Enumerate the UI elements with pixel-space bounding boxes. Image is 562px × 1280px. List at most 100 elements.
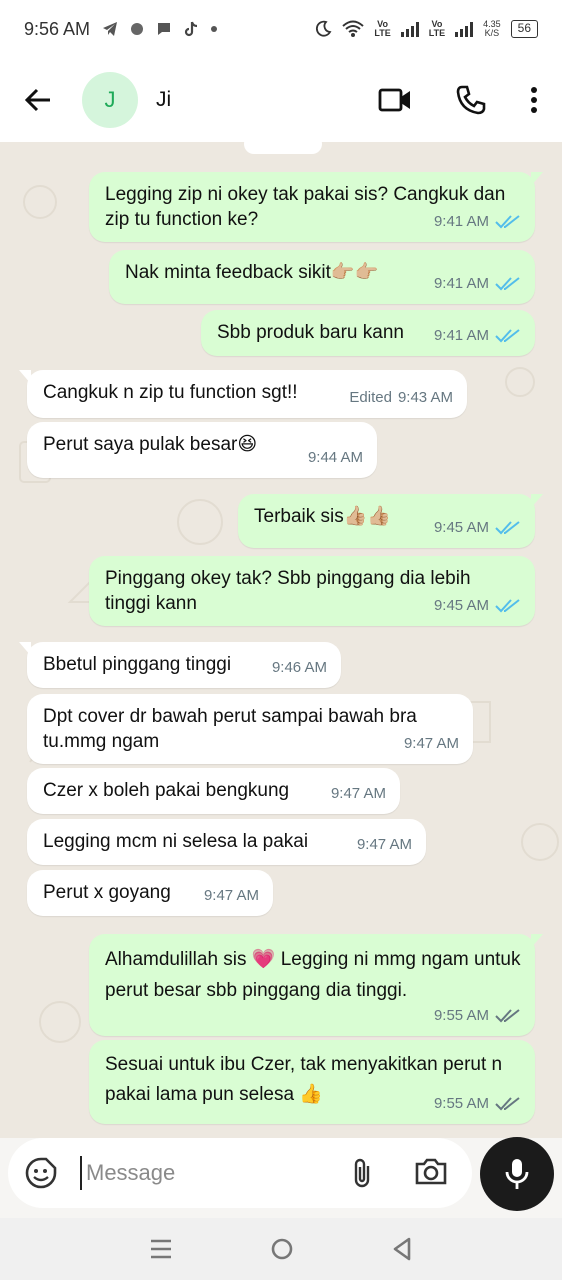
message-incoming[interactable]: Perut saya pulak besar😆 9:44 AM: [27, 422, 377, 478]
message-time: 9:47 AM: [203, 887, 259, 904]
read-double-tick-icon: [495, 520, 520, 534]
message-time: 9:41 AM: [433, 275, 489, 292]
message-text: Perut x goyang: [43, 882, 171, 903]
chat-area[interactable]: Legging zip ni okey tak pakai sis? Cangk…: [0, 142, 562, 1138]
composer-actions: [350, 1156, 448, 1190]
dnd-moon-icon: [316, 20, 332, 37]
app-notification-icon: [131, 23, 144, 35]
message-text: Terbaik sis👍🏼👍🏼: [254, 506, 392, 527]
message-text: Alhamdulillah sis 💗 Legging ni mmg ngam …: [105, 949, 521, 1001]
camera-icon[interactable]: [414, 1156, 448, 1186]
tiktok-icon: [184, 21, 198, 37]
message-meta: 9:47 AM: [357, 832, 412, 857]
video-call-icon[interactable]: [378, 87, 412, 113]
message-meta: 9:45 AM: [434, 515, 521, 540]
signal-strength-2-icon: [455, 21, 474, 37]
back-nav-icon[interactable]: [391, 1237, 413, 1261]
message-incoming[interactable]: Perut x goyang 9:47 AM: [27, 870, 273, 916]
message-text: Czer x boleh pakai bengkung: [43, 780, 290, 801]
message-input[interactable]: Message: [80, 1156, 350, 1190]
message-outgoing[interactable]: Alhamdulillah sis 💗 Legging ni mmg ngam …: [89, 934, 543, 1036]
attach-icon[interactable]: [350, 1156, 374, 1190]
message-outgoing[interactable]: Terbaik sis👍🏼👍🏼 9:45 AM: [238, 494, 543, 548]
message-text: Nak minta feedback sikit👉🏼👉🏼: [125, 262, 379, 283]
read-double-tick-icon: [495, 276, 520, 290]
message-time: 9:44 AM: [307, 449, 363, 466]
message-incoming[interactable]: Bbetul pinggang tinggi 9:46 AM: [19, 642, 341, 688]
message-meta: 9:55 AM: [434, 1091, 521, 1116]
chat-header: J Ji: [0, 58, 562, 142]
back-arrow-icon[interactable]: [24, 86, 52, 114]
message-time: 9:45 AM: [433, 519, 489, 536]
message-outgoing[interactable]: Sbb produk baru kann 9:41 AM: [201, 310, 535, 356]
more-vert-icon[interactable]: [530, 86, 538, 114]
signal-strength-1-icon: [400, 21, 419, 37]
message-meta: 9:46 AM: [272, 655, 327, 680]
message-time: 9:55 AM: [433, 1007, 489, 1024]
message-outgoing[interactable]: Sesuai untuk ibu Czer, tak menyakitkan p…: [89, 1040, 535, 1124]
wifi-icon: [342, 20, 365, 37]
read-double-tick-icon: [495, 214, 520, 228]
message-meta: 9:47 AM: [204, 883, 259, 908]
message-text: Dpt cover dr bawah perut sampai bawah br…: [43, 706, 417, 752]
contact-name[interactable]: Ji: [156, 88, 171, 112]
system-nav-bar: [0, 1218, 562, 1280]
network-type-1: Vo LTE: [374, 19, 391, 38]
message-meta: 9:55 AM: [434, 1003, 521, 1028]
voice-call-icon[interactable]: [456, 85, 486, 115]
message-meta: 9:41 AM: [434, 209, 521, 234]
avatar[interactable]: J: [82, 72, 138, 128]
status-time: 9:56 AM: [24, 18, 91, 39]
message-time: 9:41 AM: [433, 327, 489, 344]
delivered-double-tick-icon: [495, 1008, 520, 1022]
message-time: 9:41 AM: [433, 213, 489, 230]
message-time: 9:45 AM: [433, 597, 489, 614]
message-text: Bbetul pinggang tinggi: [43, 654, 232, 675]
message-incoming[interactable]: Dpt cover dr bawah perut sampai bawah br…: [27, 694, 473, 764]
message-time: 9:55 AM: [433, 1095, 489, 1112]
read-double-tick-icon: [495, 598, 520, 612]
message-time: 9:47 AM: [403, 735, 459, 752]
message-meta: 9:41 AM: [434, 271, 521, 296]
message-incoming[interactable]: Czer x boleh pakai bengkung 9:47 AM: [27, 768, 400, 814]
message-time: 9:47 AM: [330, 785, 386, 802]
message-time: 9:47 AM: [356, 836, 412, 853]
message-meta: 9:45 AM: [434, 593, 521, 618]
message-meta: 9:47 AM: [331, 781, 386, 806]
message-incoming[interactable]: Cangkuk n zip tu function sgt!! Edited 9:…: [19, 370, 467, 418]
message-meta: 9:44 AM: [308, 445, 363, 470]
message-text: Legging mcm ni selesa la pakai: [43, 831, 309, 852]
delivered-double-tick-icon: [495, 1096, 520, 1110]
message-meta: 9:47 AM: [404, 731, 459, 756]
mic-button[interactable]: [480, 1137, 554, 1211]
telegram-icon: [103, 22, 118, 36]
status-bar: 9:56 AM Vo LTE Vo LTE 4.35 K/S 56: [0, 0, 562, 58]
home-icon[interactable]: [270, 1237, 294, 1261]
message-time: 9:46 AM: [271, 659, 327, 676]
read-double-tick-icon: [495, 328, 520, 342]
message-outgoing[interactable]: Nak minta feedback sikit👉🏼👉🏼 9:41 AM: [109, 250, 535, 304]
mic-icon: [505, 1159, 529, 1189]
recent-apps-icon[interactable]: [149, 1238, 173, 1260]
notification-icons: [102, 21, 218, 37]
status-right: Vo LTE Vo LTE 4.35 K/S 56: [314, 20, 538, 38]
header-actions: [378, 85, 538, 115]
edited-label: Edited: [349, 389, 392, 406]
date-pill-partial: [244, 142, 322, 154]
message-composer: Message: [8, 1138, 472, 1208]
message-meta: 9:41 AM: [434, 323, 521, 348]
sticker-icon[interactable]: [24, 1156, 58, 1190]
message-outgoing[interactable]: Legging zip ni okey tak pakai sis? Cangk…: [89, 172, 543, 242]
message-meta: Edited 9:43 AM: [349, 385, 453, 410]
battery-indicator: 56: [510, 20, 538, 38]
message-incoming[interactable]: Legging mcm ni selesa la pakai 9:47 AM: [27, 819, 426, 865]
message-text: Cangkuk n zip tu function sgt!!: [43, 382, 298, 403]
network-type-2: Vo LTE: [428, 19, 446, 38]
more-notifications-dot-icon: [211, 26, 218, 32]
message-outgoing[interactable]: Pinggang okey tak? Sbb pinggang dia lebi…: [89, 556, 535, 626]
chat-notification-icon: [158, 23, 171, 35]
message-time: 9:43 AM: [397, 389, 453, 406]
message-text: Perut saya pulak besar😆: [43, 434, 258, 455]
network-speed: 4.35 K/S: [483, 19, 501, 38]
message-text: Sbb produk baru kann: [217, 322, 404, 343]
